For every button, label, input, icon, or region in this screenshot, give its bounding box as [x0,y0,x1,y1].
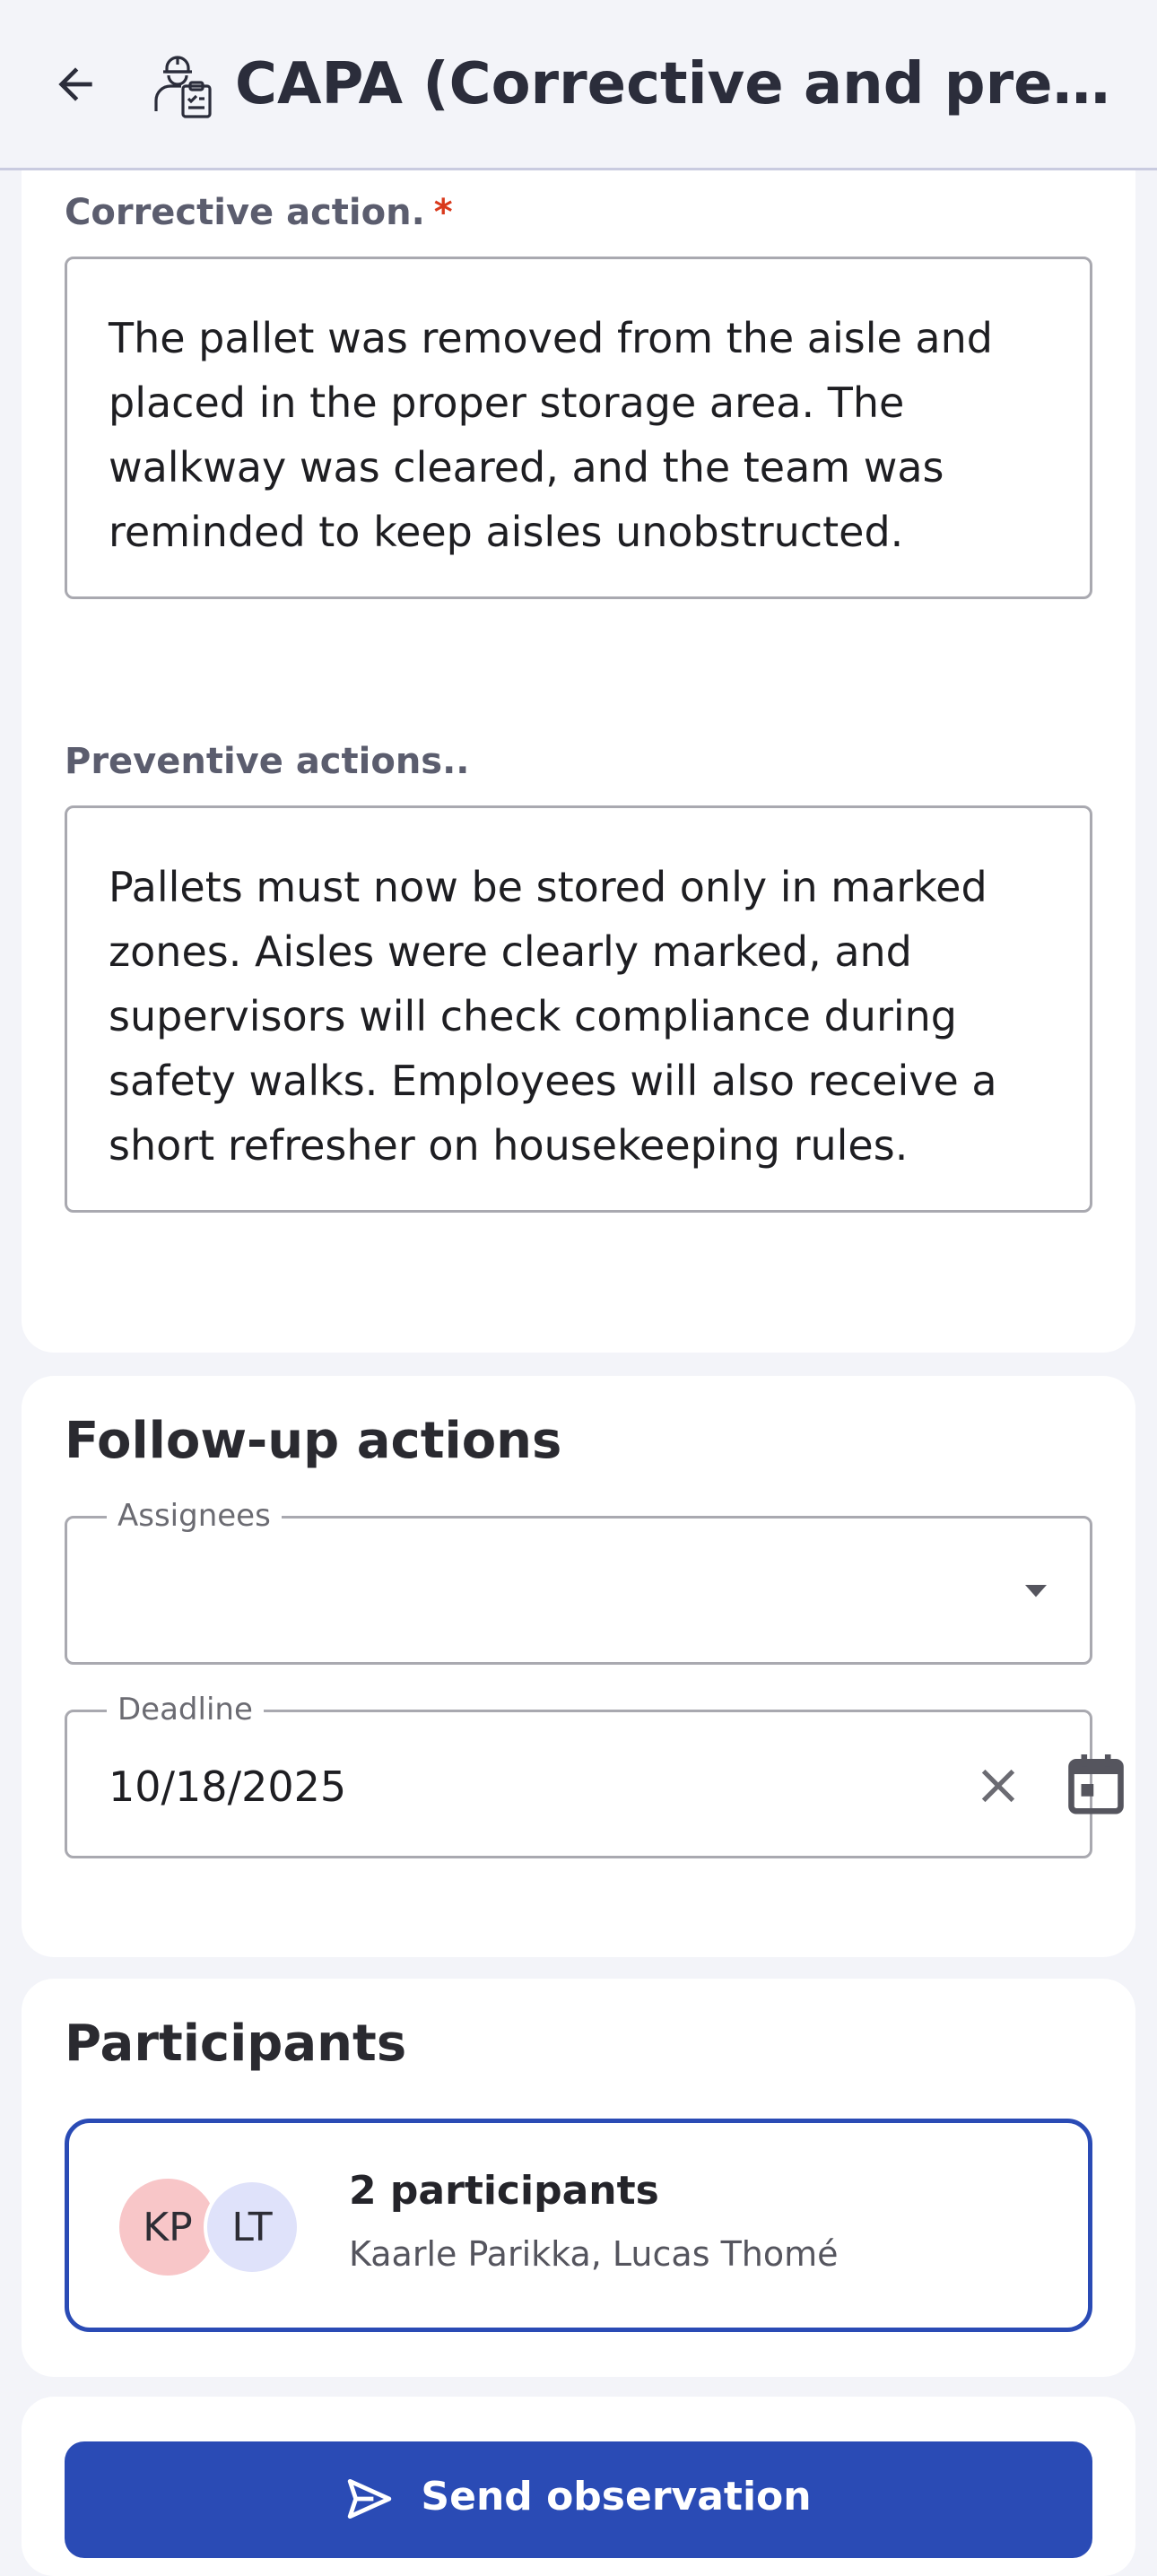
preventive-actions-label: Preventive actions.. [65,741,470,782]
assignees-select[interactable]: Assignees [65,1497,1092,1665]
assignees-label: Assignees [107,1497,282,1535]
follow-up-title: Follow-up actions [65,1412,562,1470]
required-mark: * [433,192,453,233]
participants-count: 2 participants [349,2168,659,2214]
deadline-label: Deadline [107,1691,264,1728]
deadline-value: 10/18/2025 [109,1762,347,1811]
clear-icon[interactable] [973,1761,1023,1811]
send-observation-button[interactable]: Send observation [65,2441,1092,2558]
corrective-action-label-text: Corrective action. [65,192,425,233]
corrective-action-label: Corrective action. * [65,192,453,233]
back-button[interactable] [43,52,108,117]
avatar: KP [119,2179,216,2276]
corrective-action-field[interactable]: The pallet was removed from the aisle an… [65,257,1092,599]
dropdown-arrow-icon[interactable] [1020,1574,1052,1606]
send-icon [348,2478,392,2519]
participants-title: Participants [65,2015,407,2073]
preventive-actions-field[interactable]: Pallets must now be stored only in marke… [65,805,1092,1213]
worker-clipboard-icon [147,50,219,122]
deadline-field[interactable]: Deadline 10/18/2025 [65,1691,1124,1858]
send-observation-label: Send observation [421,2474,812,2519]
app-header: CAPA (Corrective and prevent… [0,0,1157,170]
avatar: LT [204,2179,300,2276]
arrow-left-icon [58,67,92,101]
page-title: CAPA (Corrective and prevent… [235,51,1132,117]
participants-names: Kaarle Parikka, Lucas Thomé [349,2234,839,2274]
calendar-icon[interactable] [1066,1752,1126,1816]
participants-selector[interactable]: KP LT 2 participants Kaarle Parikka, Luc… [65,2119,1092,2332]
